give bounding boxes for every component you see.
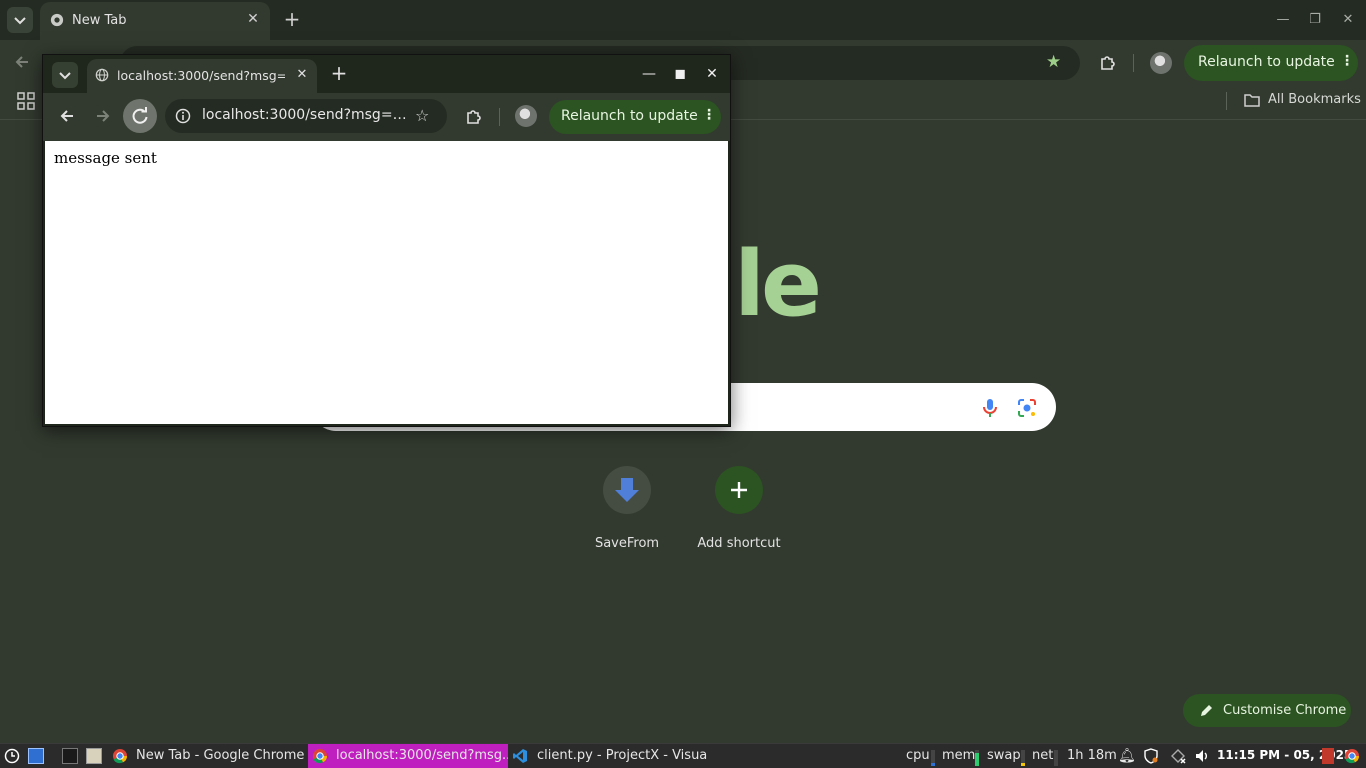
chrome-icon[interactable] [1344,748,1360,764]
bookmark-star-icon[interactable]: ☆ [415,106,429,125]
tab-search-button[interactable] [7,7,33,33]
net-meter-label: net [1032,748,1054,763]
popup-toolbar: localhost:3000/send?msg=scr... ☆ Relaunc… [43,93,730,141]
task-new-tab-chrome[interactable]: New Tab - Google Chrome [108,744,306,768]
bookmarks-separator [1226,92,1227,110]
extensions-icon[interactable] [1098,52,1118,72]
new-tab-button[interactable]: + [329,63,349,83]
profile-avatar[interactable] [1150,52,1172,74]
chrome-icon [113,749,127,764]
relaunch-button[interactable]: Relaunch to update ⋮ [1184,45,1358,81]
battery-icon[interactable] [1322,748,1334,764]
popup-tab-search-button[interactable] [52,62,78,88]
task-label: client.py - ProjectX - Visual... [537,748,708,763]
restore-icon[interactable]: ❐ [1305,10,1325,30]
customise-chrome-button[interactable]: Customise Chrome [1183,694,1351,727]
tab-localhost[interactable]: localhost:3000/send?msg=sc ✕ [87,59,317,93]
page-content: message sent [45,141,728,424]
shortcut-savefrom[interactable]: SaveFrom [571,466,683,551]
back-arrow-icon[interactable] [57,106,77,126]
shortcut-add[interactable]: Add shortcut [683,466,795,551]
shortcut-label: Add shortcut [697,536,781,551]
tab-title: localhost:3000/send?msg=sc [117,68,285,83]
show-desktop-icon[interactable] [28,748,44,764]
add-shortcut-tile [715,466,763,514]
back-arrow-icon[interactable] [12,52,32,72]
background-tab-strip: New Tab ✕ + — ❐ ✕ [0,0,1366,40]
site-info-icon[interactable] [175,108,191,124]
forward-arrow-icon[interactable] [93,106,113,126]
plus-icon [731,482,747,498]
swap-meter-bar [1021,750,1025,766]
all-bookmarks-label: All Bookmarks [1268,92,1361,107]
cpu-meter-bar [931,750,935,766]
start-menu-icon[interactable] [4,748,20,764]
toolbar-separator [1133,54,1134,72]
page-message: message sent [54,149,157,167]
customise-label: Customise Chrome [1223,703,1347,718]
relaunch-button[interactable]: Relaunch to update ⋮ [549,100,721,134]
popup-browser-window: localhost:3000/send?msg=sc ✕ + — ◼ ✕ loc… [42,54,731,427]
popup-address-bar[interactable]: localhost:3000/send?msg=scr... ☆ [165,99,447,133]
shield-icon[interactable] [1143,748,1159,764]
shortcut-label: SaveFrom [594,536,660,551]
taskbar: New Tab - Google Chrome localhost:3000/s… [0,743,1366,768]
chrome-icon [313,749,327,764]
terminal-icon[interactable] [62,748,78,764]
chrome-favicon-icon [50,13,64,27]
profile-avatar[interactable] [515,105,537,127]
minimize-icon[interactable]: — [639,64,659,84]
lens-search-icon[interactable] [1016,397,1038,419]
close-window-icon[interactable]: ✕ [1338,10,1358,30]
uptime-label: 1h 18m [1067,748,1117,763]
folder-icon [1244,93,1260,107]
voice-search-icon[interactable] [980,397,1000,419]
task-vscode[interactable]: client.py - ProjectX - Visual... [510,744,708,768]
bookmark-star-icon[interactable]: ★ [1046,52,1061,72]
toolbar-separator [499,108,500,126]
more-menu-icon[interactable]: ⋮ [702,107,716,123]
close-tab-icon[interactable]: ✕ [244,10,262,28]
minimize-icon[interactable]: — [1273,10,1293,30]
notification-bell-icon[interactable]: 🔔︎ [1118,748,1136,764]
mem-meter-bar [975,750,979,766]
relaunch-label: Relaunch to update [1198,54,1335,70]
vscode-icon [513,749,527,763]
apps-grid-icon[interactable] [17,92,35,110]
net-meter-bar [1054,750,1058,766]
chevron-down-icon [14,17,26,25]
swap-meter-label: swap [987,748,1021,763]
close-tab-icon[interactable]: ✕ [293,66,311,84]
more-menu-icon[interactable]: ⋮ [1340,53,1354,69]
chevron-down-icon [59,72,71,80]
new-tab-button[interactable]: + [282,9,302,29]
all-bookmarks-button[interactable]: All Bookmarks [1244,92,1361,107]
url-text[interactable]: localhost:3000/send?msg=scr... [202,107,407,123]
close-window-icon[interactable]: ✕ [702,64,722,84]
tab-new-tab[interactable]: New Tab ✕ [40,2,270,40]
globe-icon [95,68,109,82]
mem-meter-label: mem [942,748,976,763]
tab-title: New Tab [72,13,127,28]
task-label: localhost:3000/send?msg... [336,748,508,763]
volume-icon[interactable] [1194,748,1210,764]
task-label: New Tab - Google Chrome [136,748,305,763]
network-disconnected-icon[interactable] [1170,748,1186,764]
savefrom-tile [603,466,651,514]
maximize-icon[interactable]: ◼ [670,64,690,84]
reload-icon [132,107,148,124]
relaunch-label: Relaunch to update [561,108,698,124]
file-manager-icon[interactable] [86,748,102,764]
cpu-meter-label: cpu [906,748,930,763]
download-arrow-icon [615,478,639,502]
reload-button[interactable] [123,99,157,133]
extensions-icon[interactable] [464,106,484,126]
task-localhost-chrome[interactable]: localhost:3000/send?msg... [308,744,508,768]
pencil-icon [1201,705,1212,716]
popup-tab-strip: localhost:3000/send?msg=sc ✕ + — ◼ ✕ [43,55,730,93]
